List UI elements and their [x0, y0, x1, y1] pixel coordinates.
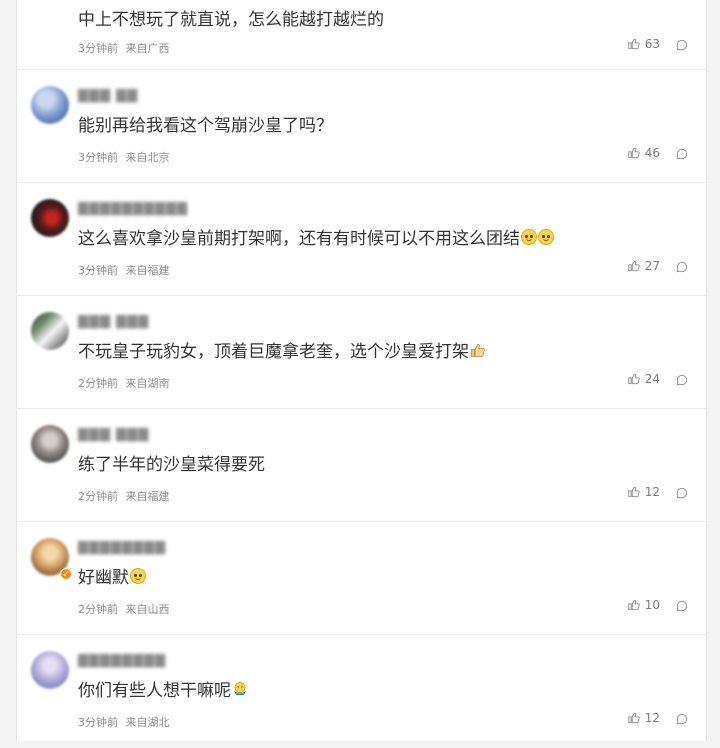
comment-location: 来自广西: [125, 42, 170, 55]
username[interactable]: ▇▇▇ ▇▇: [78, 88, 138, 103]
thumbs-up-emoji-icon: [471, 343, 485, 357]
like-count: 10: [644, 598, 660, 612]
like-count: 27: [644, 259, 660, 273]
comment-time: 2分钟前: [78, 603, 118, 616]
like-button[interactable]: 12: [627, 711, 660, 725]
comment-location: 来自福建: [125, 264, 170, 277]
comment-meta: 3分钟前 来自北京: [78, 149, 170, 165]
comment-location: 来自山西: [125, 603, 170, 616]
like-button[interactable]: 10: [627, 598, 660, 612]
reply-icon[interactable]: [675, 38, 689, 52]
reply-icon[interactable]: [675, 486, 689, 500]
like-button[interactable]: 27: [627, 259, 660, 273]
avatar[interactable]: [31, 312, 69, 350]
comment-meta: 3分钟前 来自广西: [78, 40, 170, 56]
reply-icon[interactable]: [675, 147, 689, 161]
reply-icon[interactable]: [675, 260, 689, 274]
smile-emoji-icon: [521, 229, 537, 245]
comment-text: 练了半年的沙皇菜得要死: [78, 455, 265, 475]
like-count: 12: [644, 485, 660, 499]
like-button[interactable]: 24: [627, 372, 660, 386]
username[interactable]: ▇▇▇▇▇▇▇▇: [78, 653, 166, 668]
comment-location: 来自北京: [125, 151, 170, 164]
comment-item: ▇▇▇ ▇▇▇ 不玩皇子玩豹女，顶着巨魔拿老奎，选个沙皇爱打架 2分钟前 来自湖…: [17, 296, 706, 409]
comment-text: 不玩皇子玩豹女，顶着巨魔拿老奎，选个沙皇爱打架: [78, 337, 487, 362]
comment-item: ▇▇▇▇▇▇▇▇▇▇ 这么喜欢拿沙皇前期打架啊，还有有时候可以不用这么团结 3分…: [17, 183, 706, 296]
comment-text: 好幽默: [78, 563, 146, 588]
comment-item: ▇▇▇ ▇▇▇ 练了半年的沙皇菜得要死 2分钟前 来自福建 12: [17, 409, 706, 522]
comment-time: 3分钟前: [78, 264, 118, 277]
avatar[interactable]: [31, 86, 69, 124]
smile-emoji-icon: [130, 568, 146, 584]
thumb-up-icon: [628, 373, 640, 385]
comment-time: 3分钟前: [78, 716, 118, 729]
like-count: 46: [644, 146, 660, 160]
comment-text: 能别再给我看这个驾崩沙皇了吗？: [78, 116, 333, 136]
thumb-up-icon: [628, 147, 640, 159]
comment-meta: 3分钟前 来自福建: [78, 262, 170, 278]
comment-time: 2分钟前: [78, 490, 118, 503]
comment-item: 中上不想玩了就直说，怎么能越打越烂的 3分钟前 来自广西 63: [17, 0, 706, 70]
comment-item: ▇▇▇ ▇▇ 能别再给我看这个驾崩沙皇了吗？ 3分钟前 来自北京 46: [17, 70, 706, 183]
comment-meta: 3分钟前 来自湖北: [78, 714, 170, 730]
comment-item: ✓ ▇▇▇▇▇▇▇▇ 好幽默 2分钟前 来自山西 10: [17, 522, 706, 635]
comment-item: ▇▇▇▇▇▇▇▇ 你们有些人想干嘛呢 3分钟前 来自湖北 12: [17, 635, 706, 748]
fish-emoji-icon: [234, 682, 246, 696]
reply-icon[interactable]: [675, 599, 689, 613]
username[interactable]: ▇▇▇ ▇▇▇: [78, 314, 149, 329]
comment-text: 中上不想玩了就直说，怎么能越打越烂的: [78, 10, 384, 30]
avatar[interactable]: [31, 199, 69, 237]
like-count: 24: [644, 372, 660, 386]
comment-time: 3分钟前: [78, 151, 118, 164]
username[interactable]: ▇▇▇▇▇▇▇▇: [78, 540, 166, 555]
thumb-up-icon: [628, 486, 640, 498]
comment-meta: 2分钟前 来自福建: [78, 488, 170, 504]
comment-meta: 2分钟前 来自山西: [78, 601, 170, 617]
username[interactable]: ▇▇▇▇▇▇▇▇▇▇: [78, 201, 188, 216]
thumb-up-icon: [628, 38, 640, 50]
verified-badge-icon: ✓: [60, 568, 72, 580]
comment-list: 中上不想玩了就直说，怎么能越打越烂的 3分钟前 来自广西 63 ▇▇▇ ▇▇ 能…: [16, 0, 707, 741]
comment-location: 来自湖南: [125, 377, 170, 390]
avatar[interactable]: [31, 425, 69, 463]
comment-meta: 2分钟前 来自湖南: [78, 375, 170, 391]
reply-icon[interactable]: [675, 712, 689, 726]
like-button[interactable]: 46: [627, 146, 660, 160]
comment-text: 你们有些人想干嘛呢: [78, 676, 249, 701]
comment-location: 来自福建: [125, 490, 170, 503]
username[interactable]: ▇▇▇ ▇▇▇: [78, 427, 149, 442]
thumb-up-icon: [628, 599, 640, 611]
reply-icon[interactable]: [675, 373, 689, 387]
comment-time: 2分钟前: [78, 377, 118, 390]
like-count: 63: [644, 37, 660, 51]
like-button[interactable]: 63: [627, 37, 660, 51]
comment-text: 这么喜欢拿沙皇前期打架啊，还有有时候可以不用这么团结: [78, 224, 554, 249]
smile-emoji-icon: [538, 229, 554, 245]
thumb-up-icon: [628, 260, 640, 272]
like-button[interactable]: 12: [627, 485, 660, 499]
like-count: 12: [644, 711, 660, 725]
thumb-up-icon: [628, 712, 640, 724]
avatar[interactable]: [31, 651, 69, 689]
comment-location: 来自湖北: [125, 716, 170, 729]
comment-time: 3分钟前: [78, 42, 118, 55]
